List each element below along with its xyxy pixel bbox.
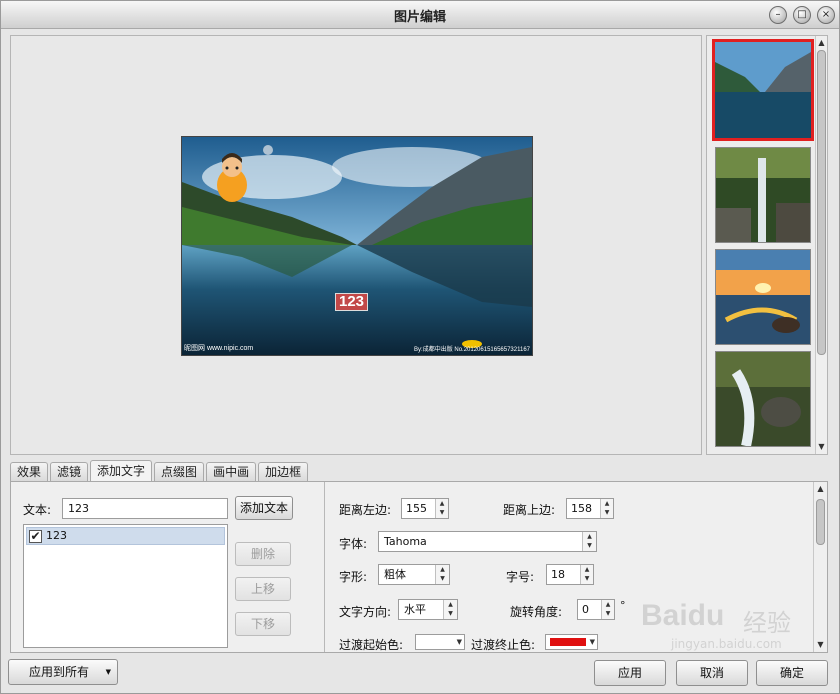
gradient-start-label: 过渡起始色:: [339, 638, 404, 652]
panel-divider: [324, 482, 325, 652]
thumbnail-lake[interactable]: [712, 39, 814, 141]
list-item-checkbox[interactable]: ✔: [29, 530, 42, 543]
scroll-down-icon[interactable]: ▼: [816, 441, 827, 453]
top-distance-spinner[interactable]: 158 ▲ ▼: [566, 498, 614, 519]
image-watermark-right: By:成都中出版 No.20120615165657321167: [414, 347, 530, 353]
select-arrows-icon[interactable]: ▲ ▼: [582, 532, 596, 551]
font-style-value: 粗体: [384, 568, 406, 581]
text-direction-value: 水平: [404, 603, 426, 616]
minimize-icon[interactable]: –: [769, 6, 787, 24]
top-distance-value: 158: [571, 502, 592, 515]
gradient-start-color-picker[interactable]: ▼: [415, 634, 465, 650]
gradient-end-swatch: [550, 638, 586, 646]
preview-image: 123 昵图网 www.nipic.com By:成都中出版 No.201206…: [181, 136, 533, 356]
scroll-up-icon[interactable]: ▲: [816, 37, 827, 49]
apply-to-all-button[interactable]: 应用到所有 ▼: [8, 659, 118, 685]
image-watermark-left: 昵图网 www.nipic.com: [184, 345, 254, 352]
text-input[interactable]: 123: [62, 498, 228, 519]
image-editor-window: 图片编辑 – □ × 123 昵图网 www.nipic.com By:成都中出…: [0, 0, 840, 694]
close-icon[interactable]: ×: [817, 6, 835, 24]
thumbnail-stream[interactable]: [715, 351, 811, 447]
font-style-select[interactable]: 粗体 ▲ ▼: [378, 564, 450, 585]
spin-arrows-icon[interactable]: ▲ ▼: [600, 499, 613, 518]
gradient-end-color-picker[interactable]: ▼: [545, 634, 598, 650]
move-up-button[interactable]: 上移: [235, 577, 291, 601]
move-down-button[interactable]: 下移: [235, 612, 291, 636]
rotation-label: 旋转角度:: [510, 605, 563, 619]
gradient-start-swatch: [420, 638, 456, 646]
rotation-unit: °: [620, 599, 626, 612]
window-title: 图片编辑: [393, 10, 446, 25]
list-item-label: 123: [46, 529, 67, 542]
overlay-text-preview[interactable]: 123: [335, 293, 369, 311]
left-distance-spinner[interactable]: 155 ▲ ▼: [401, 498, 449, 519]
font-style-label: 字形:: [339, 570, 368, 584]
select-arrows-icon[interactable]: ▲ ▼: [435, 565, 449, 584]
tab-decorations[interactable]: 点缀图: [154, 462, 205, 481]
tab-add-text[interactable]: 添加文字: [90, 460, 153, 481]
list-item[interactable]: ✔ 123: [26, 527, 225, 545]
chevron-down-icon: ▼: [105, 668, 111, 676]
add-text-button[interactable]: 添加文本: [235, 496, 293, 520]
tab-bar: 效果 滤镜 添加文字 点缀图 画中画 加边框: [10, 460, 310, 482]
font-select[interactable]: Tahoma ▲ ▼: [378, 531, 597, 552]
left-distance-value: 155: [406, 502, 427, 515]
font-size-label: 字号:: [506, 570, 535, 584]
select-arrows-icon[interactable]: ▲ ▼: [443, 600, 457, 619]
watermark-tail: 经验: [743, 609, 791, 637]
maximize-icon[interactable]: □: [793, 6, 811, 24]
thumbnail-strip: ▲ ▼: [706, 35, 828, 455]
watermark-url: jingyan.baidu.com: [671, 637, 782, 651]
spin-arrows-icon[interactable]: ▲ ▼: [435, 499, 448, 518]
scroll-thumb[interactable]: [817, 50, 826, 355]
tab-filters[interactable]: 滤镜: [50, 462, 89, 481]
left-distance-label: 距离左边:: [339, 503, 392, 517]
scroll-up-icon[interactable]: ▲: [814, 483, 827, 495]
rotation-spinner[interactable]: 0 ▲ ▼: [577, 599, 615, 620]
font-size-value: 18: [551, 568, 565, 581]
spin-arrows-icon[interactable]: ▲ ▼: [580, 565, 593, 584]
spin-arrows-icon[interactable]: ▲ ▼: [601, 600, 614, 619]
chevron-down-icon: ▼: [589, 638, 595, 646]
thumbnail-sunset-beach[interactable]: [715, 249, 811, 345]
apply-to-all-label: 应用到所有: [29, 665, 90, 679]
watermark-brand: Baidu: [641, 599, 725, 632]
preview-area: 123 昵图网 www.nipic.com By:成都中出版 No.201206…: [10, 35, 702, 455]
delete-button[interactable]: 删除: [235, 542, 291, 566]
text-direction-label: 文字方向:: [339, 605, 392, 619]
tab-picture-in-picture[interactable]: 画中画: [206, 462, 257, 481]
chevron-down-icon: ▼: [456, 638, 462, 646]
text-label: 文本:: [23, 503, 52, 517]
baidu-watermark: Baidu 经验 jingyan.baidu.com: [641, 599, 821, 669]
tab-add-border[interactable]: 加边框: [258, 462, 309, 481]
text-list[interactable]: ✔ 123: [23, 524, 228, 648]
scroll-thumb[interactable]: [816, 499, 825, 545]
rotation-value: 0: [582, 603, 589, 616]
font-label: 字体:: [339, 537, 368, 551]
font-value: Tahoma: [384, 535, 427, 548]
gradient-end-label: 过渡终止色:: [471, 638, 536, 652]
font-size-spinner[interactable]: 18 ▲ ▼: [546, 564, 594, 585]
top-distance-label: 距离上边:: [503, 503, 556, 517]
title-bar[interactable]: 图片编辑 – □ ×: [1, 1, 839, 29]
thumbnail-scrollbar[interactable]: ▲ ▼: [815, 36, 827, 454]
text-direction-select[interactable]: 水平 ▲ ▼: [398, 599, 458, 620]
thumbnail-waterfall[interactable]: [715, 147, 811, 243]
tab-effects[interactable]: 效果: [10, 462, 49, 481]
